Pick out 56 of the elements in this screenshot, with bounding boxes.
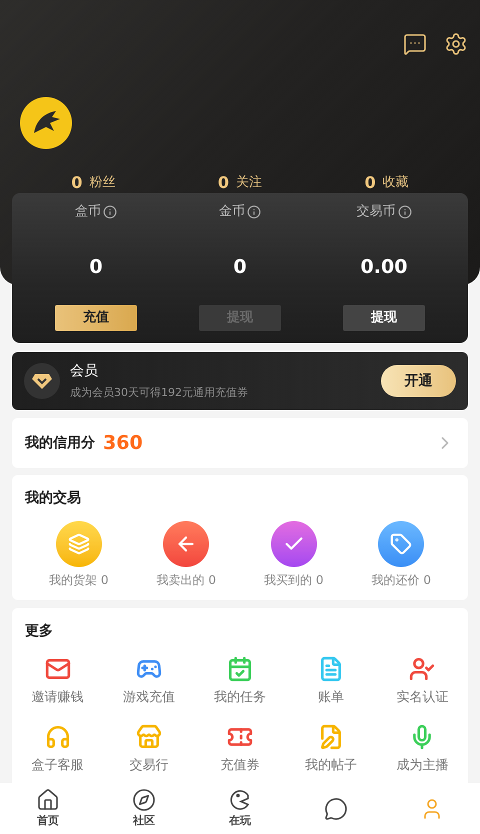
nav-tab[interactable]: 社区	[96, 783, 192, 834]
compass-icon	[132, 788, 156, 812]
calendar-icon[interactable]	[226, 656, 253, 682]
trade-label[interactable]: 我买到的 0	[264, 571, 324, 589]
user-check-icon[interactable]	[409, 656, 436, 682]
menu-label[interactable]: 我的任务	[214, 688, 266, 708]
stat-label[interactable]: 收藏	[382, 173, 409, 193]
menu-label[interactable]: 我的帖子	[305, 756, 358, 775]
trade-label[interactable]: 我的还价 0	[372, 571, 431, 589]
wallet-label: 盒币	[75, 203, 101, 222]
info-icon[interactable]	[247, 205, 261, 219]
pacman-icon	[228, 788, 252, 812]
nav-tab[interactable]: 首页	[0, 783, 96, 834]
stat-label[interactable]: 关注	[236, 173, 262, 193]
vip-title: 会员	[70, 362, 99, 381]
message-icon	[324, 796, 348, 820]
wallet-value: 0	[233, 255, 247, 280]
wallet-action-button[interactable]: 充值	[55, 305, 137, 331]
stat-value[interactable]: 0	[364, 171, 376, 195]
menu-label[interactable]: 邀请赚钱	[32, 688, 84, 708]
section-title: 我的交易	[25, 490, 81, 506]
card-check-icon[interactable]	[270, 521, 317, 567]
trade-label[interactable]: 我的货架 0	[49, 571, 108, 589]
vip-card[interactable]: 会员 成为会员30天可得192元通用充值券 开通	[12, 352, 468, 410]
wallet-label: 交易币	[356, 203, 396, 222]
menu-label[interactable]: 账单	[318, 688, 344, 708]
section-title: 更多	[25, 623, 53, 639]
home-icon	[36, 788, 60, 812]
tag-icon[interactable]	[378, 521, 424, 567]
menu-label[interactable]: 成为主播	[396, 756, 448, 775]
menu-label[interactable]: 盒子客服	[32, 756, 84, 775]
credit-score: 360	[103, 430, 144, 456]
wallet-label: 金币	[219, 203, 245, 222]
avatar-dragon-icon[interactable]	[20, 97, 72, 149]
envelope-icon[interactable]	[44, 656, 71, 682]
credit-card[interactable]: 我的信用分 360	[12, 418, 468, 468]
credit-label: 我的信用分	[25, 434, 95, 452]
menu-label[interactable]: 充值券	[220, 756, 260, 775]
trade-label[interactable]: 我卖出的 0	[156, 571, 216, 589]
settings-icon[interactable]	[444, 32, 468, 56]
vip-subtitle: 成为会员30天可得192元通用充值券	[70, 384, 249, 401]
info-icon[interactable]	[398, 205, 412, 219]
message-icon[interactable]	[403, 32, 427, 56]
menu-label[interactable]: 实名认证	[396, 688, 448, 708]
wallet-action-button[interactable]: 提现	[343, 305, 425, 331]
wallet-value: 0.00	[360, 255, 408, 280]
menu-label[interactable]: 游戏充值	[122, 688, 175, 708]
stat-label[interactable]: 粉丝	[89, 173, 116, 193]
activate-button[interactable]: 开通	[381, 365, 456, 397]
nav-tab[interactable]: 在玩	[192, 783, 288, 834]
diamond-icon	[32, 373, 52, 389]
stat-value[interactable]: 0	[218, 171, 230, 195]
menu-label[interactable]: 交易行	[129, 756, 168, 775]
wallet-value: 0	[89, 255, 103, 280]
stat-value[interactable]: 0	[71, 171, 82, 195]
info-icon[interactable]	[103, 205, 117, 219]
